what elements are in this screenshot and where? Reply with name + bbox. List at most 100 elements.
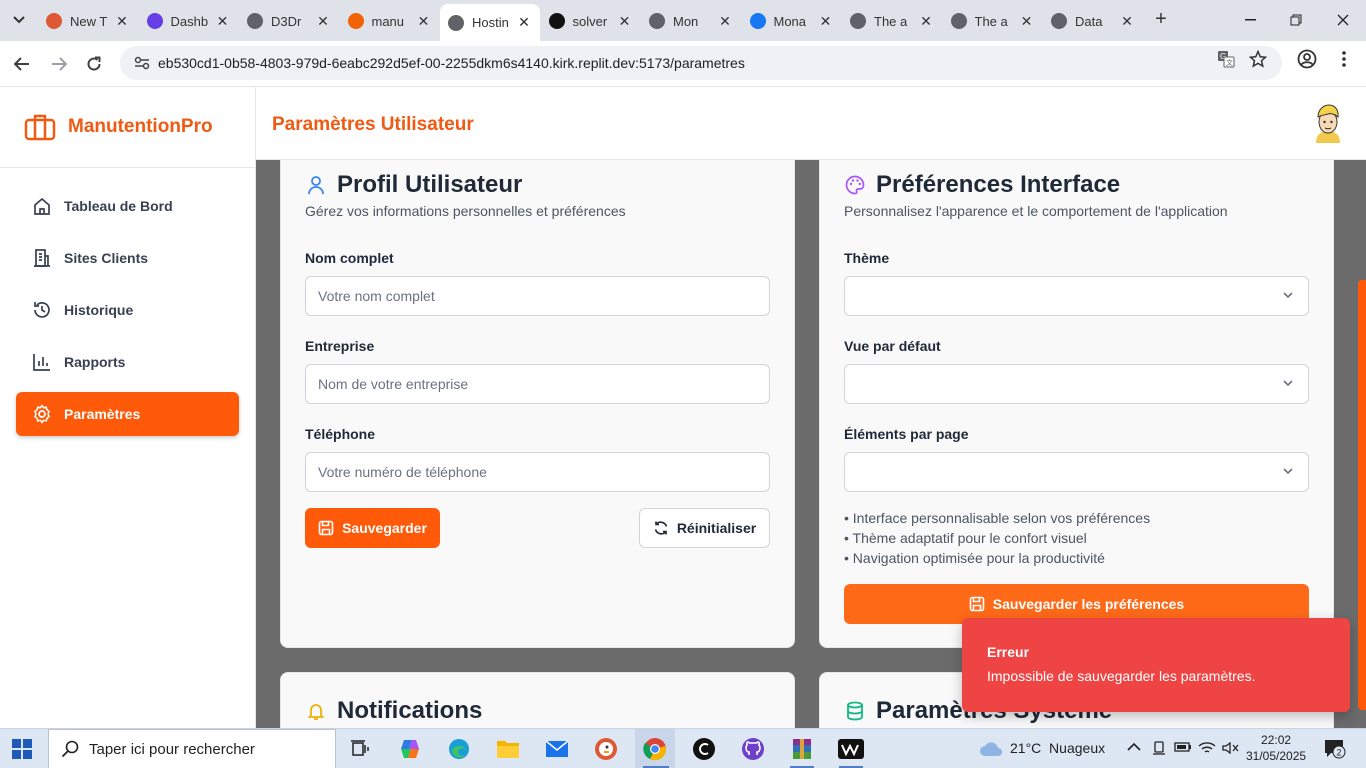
- copilot-icon[interactable]: [396, 735, 424, 763]
- palette-icon: [844, 174, 866, 196]
- sidebar-item-home[interactable]: Tableau de Bord: [16, 184, 239, 228]
- taskbar-search[interactable]: Taper ici pour rechercher: [48, 729, 336, 768]
- bullet-item: • Thème adaptatif pour le confort visuel: [844, 530, 1087, 546]
- browser-tab[interactable]: Dashb ✕: [139, 6, 239, 36]
- name-input[interactable]: Votre nom complet: [305, 276, 770, 316]
- close-tab-icon[interactable]: ✕: [215, 13, 231, 30]
- reload-button[interactable]: [81, 51, 107, 77]
- items-per-page-label: Éléments par page: [844, 426, 969, 442]
- notification-center-icon[interactable]: 2: [1324, 739, 1346, 759]
- address-bar[interactable]: eb530cd1-0b58-4803-979d-6eabc292d5ef-00-…: [120, 46, 1282, 80]
- close-tab-icon[interactable]: ✕: [315, 13, 331, 30]
- browser-tab[interactable]: Hostin ✕: [440, 4, 540, 41]
- avatar[interactable]: [1310, 103, 1346, 143]
- close-tab-icon[interactable]: ✕: [617, 13, 633, 30]
- brand[interactable]: ManutentionPro: [0, 87, 255, 168]
- default-view-select[interactable]: [844, 364, 1309, 404]
- scrollbar-thumb[interactable]: [1358, 280, 1366, 710]
- site-settings-icon[interactable]: [128, 56, 156, 70]
- close-window-button[interactable]: [1320, 6, 1366, 34]
- close-tab-icon[interactable]: ✕: [818, 13, 834, 30]
- battery-icon[interactable]: [1174, 740, 1192, 757]
- tab-search-button[interactable]: [6, 8, 32, 32]
- company-input[interactable]: Nom de votre entreprise: [305, 364, 770, 404]
- browser-tab[interactable]: The a ✕: [943, 6, 1043, 36]
- phone-label: Téléphone: [305, 426, 376, 442]
- browser-tab[interactable]: D3Dr ✕: [239, 6, 339, 36]
- reset-button[interactable]: Réinitialiser: [639, 508, 770, 548]
- browser-tab[interactable]: Mona ✕: [742, 6, 842, 36]
- close-tab-icon[interactable]: ✕: [416, 13, 432, 30]
- sidebar-item-gear[interactable]: Paramètres: [16, 392, 239, 436]
- theme-select[interactable]: [844, 276, 1309, 316]
- browser-tab[interactable]: New T ✕: [38, 6, 138, 36]
- tray-overflow-icon[interactable]: [1127, 740, 1141, 755]
- browser-tab[interactable]: solver ✕: [541, 6, 641, 36]
- save-icon: [969, 596, 985, 612]
- windows-start-icon[interactable]: [12, 739, 32, 759]
- globe-icon: [448, 14, 464, 31]
- browser-tab[interactable]: manu ✕: [340, 6, 440, 36]
- error-toast[interactable]: Erreur Impossible de sauvegarder les par…: [962, 618, 1350, 712]
- close-tab-icon[interactable]: ✕: [114, 13, 130, 30]
- wave-app-icon[interactable]: [837, 735, 865, 763]
- sidebar-item-label: Tableau de Bord: [64, 198, 173, 214]
- more-menu-icon[interactable]: [1334, 49, 1354, 69]
- phone-input[interactable]: Votre numéro de téléphone: [305, 452, 770, 492]
- preferences-description: Personnalisez l'apparence et le comporte…: [844, 203, 1228, 219]
- minimize-button[interactable]: [1227, 6, 1273, 34]
- task-view-icon[interactable]: [346, 735, 374, 763]
- weather-widget[interactable]: 21°C Nuageux: [978, 739, 1105, 757]
- edge-icon[interactable]: [445, 735, 473, 763]
- speaker-muted-icon[interactable]: [1221, 740, 1239, 759]
- back-button[interactable]: [9, 51, 35, 77]
- winrar-icon[interactable]: [788, 735, 816, 763]
- forward-button[interactable]: [46, 51, 72, 77]
- company-label: Entreprise: [305, 338, 375, 354]
- tab-title: The a: [974, 13, 1008, 29]
- items-per-page-select[interactable]: [844, 452, 1309, 492]
- chevron-down-icon: [1283, 468, 1293, 475]
- wifi-icon[interactable]: [1198, 740, 1216, 759]
- sidebar-item-history[interactable]: Historique: [16, 288, 239, 332]
- save-profile-button[interactable]: Sauvegarder: [305, 508, 440, 548]
- globe-icon: [1051, 13, 1067, 29]
- profile-card: Profil Utilisateur Gérez vos information…: [280, 160, 795, 648]
- profile-card-title: Profil Utilisateur: [305, 171, 522, 199]
- save-profile-label: Sauvegarder: [342, 520, 427, 536]
- briefcase-icon: [24, 114, 56, 141]
- maximize-button[interactable]: [1273, 6, 1319, 34]
- chrome-icon[interactable]: [641, 735, 669, 763]
- translate-icon[interactable]: G文: [1216, 49, 1236, 69]
- sidebar-nav: Tableau de Bord Sites Clients Historique Ra…: [0, 168, 255, 460]
- bell-icon: [305, 700, 327, 722]
- save-preferences-label: Sauvegarder les préférences: [992, 596, 1185, 612]
- page-header: Paramètres Utilisateur: [256, 87, 1366, 160]
- close-tab-icon[interactable]: ✕: [918, 13, 934, 30]
- browser-tab[interactable]: Data ✕: [1043, 6, 1143, 36]
- reload-icon: [87, 56, 101, 71]
- facebook-icon: [749, 13, 766, 29]
- duckduckgo-icon: [46, 13, 62, 29]
- taskbar-clock[interactable]: 22:02 31/05/2025: [1246, 732, 1306, 764]
- sidebar-item-bar-chart[interactable]: Rapports: [16, 340, 239, 384]
- sidebar-item-building[interactable]: Sites Clients: [16, 236, 239, 280]
- github-icon[interactable]: [739, 735, 767, 763]
- duckduckgo-icon[interactable]: [592, 735, 620, 763]
- close-tab-icon[interactable]: ✕: [516, 14, 532, 31]
- cursor-app-icon[interactable]: [690, 735, 718, 763]
- new-tab-button[interactable]: +: [1150, 9, 1172, 31]
- close-tab-icon[interactable]: ✕: [717, 13, 733, 30]
- meet-now-icon[interactable]: [1151, 740, 1167, 759]
- tab-title: Data: [1075, 13, 1103, 29]
- close-tab-icon[interactable]: ✕: [1119, 13, 1135, 30]
- bookmark-star-icon[interactable]: [1248, 49, 1268, 69]
- browser-tab[interactable]: Mon ✕: [641, 6, 741, 36]
- file-explorer-icon[interactable]: [494, 735, 522, 763]
- profile-icon[interactable]: [1297, 49, 1317, 69]
- globe-icon: [247, 13, 263, 29]
- close-tab-icon[interactable]: ✕: [1019, 13, 1035, 30]
- save-icon: [318, 520, 334, 536]
- browser-tab[interactable]: The a ✕: [842, 6, 942, 36]
- mail-icon[interactable]: [543, 735, 571, 763]
